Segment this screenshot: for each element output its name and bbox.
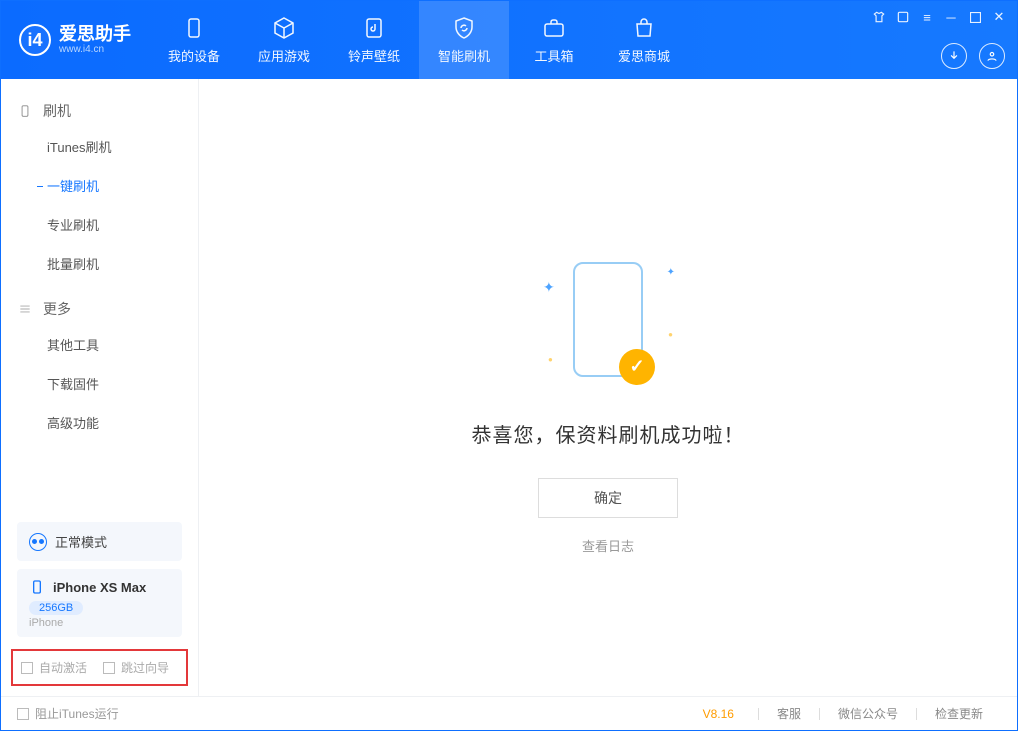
device-storage-badge: 256GB [29,601,83,615]
footer-link-wechat[interactable]: 微信公众号 [820,705,916,722]
checkbox-skip-guide[interactable]: 跳过向导 [103,659,169,676]
sidebar-section-flash: 刷机 iTunes刷机 一键刷机 专业刷机 批量刷机 [1,95,198,283]
view-log-link[interactable]: 查看日志 [582,536,634,555]
sidebar-section-more: 更多 其他工具 下载固件 高级功能 [1,293,198,442]
shirt-icon[interactable] [871,9,887,25]
close-button[interactable]: ✕ [991,9,1007,25]
nav-smart-flash[interactable]: 智能刷机 [419,1,509,79]
device-mode-box[interactable]: 正常模式 [17,522,182,561]
shopping-bag-icon [632,16,656,40]
version-label: V8.16 [703,707,734,721]
nav-my-device[interactable]: 我的设备 [149,1,239,79]
sidebar-section-header: 刷机 [1,95,198,127]
checkbox-block-itunes[interactable]: 阻止iTunes运行 [17,705,119,722]
nav-label: 爱思商城 [618,46,670,65]
menu-icon[interactable]: ≡ [919,9,935,25]
checkmark-badge-icon: ✓ [619,349,655,385]
sparkle-icon: ● [668,330,673,339]
footer-link-check-update[interactable]: 检查更新 [917,705,1001,722]
sidebar-item-other-tools[interactable]: 其他工具 [1,325,198,364]
sparkle-icon: ✦ [543,279,555,296]
music-file-icon [362,16,386,40]
footer-link-support[interactable]: 客服 [759,705,819,722]
maximize-button[interactable] [967,9,983,25]
user-button[interactable] [979,43,1005,69]
briefcase-icon [542,16,566,40]
success-message: 恭喜您，保资料刷机成功啦！ [472,419,745,448]
checkbox-box-icon [103,662,115,674]
nav-toolbox[interactable]: 工具箱 [509,1,599,79]
phone-icon [182,16,206,40]
sidebar-item-oneclick-flash[interactable]: 一键刷机 [1,166,198,205]
checkbox-label: 自动激活 [39,659,87,676]
body: 刷机 iTunes刷机 一键刷机 专业刷机 批量刷机 更多 其他工具 下载固件 … [1,79,1017,696]
app-name: 爱思助手 [59,25,131,43]
menu-lines-icon [17,301,33,317]
footer: 阻止iTunes运行 V8.16 客服 微信公众号 检查更新 [1,696,1017,730]
device-type: iPhone [29,617,170,629]
success-illustration: ✦ ✦ ● ● ✓ [523,249,693,389]
nav-label: 智能刷机 [438,46,490,65]
logo: i4 爱思助手 www.i4.cn [1,1,149,79]
feedback-icon[interactable] [895,9,911,25]
app-domain: www.i4.cn [59,43,131,56]
highlighted-options-box: 自动激活 跳过向导 [11,649,188,686]
phone-outline-icon [17,103,33,119]
nav-label: 工具箱 [534,46,573,65]
sidebar-item-download-firmware[interactable]: 下载固件 [1,364,198,403]
nav-ringtones-wallpapers[interactable]: 铃声壁纸 [329,1,419,79]
sidebar-item-batch-flash[interactable]: 批量刷机 [1,244,198,283]
header-quick-actions [941,43,1005,69]
top-nav: 我的设备 应用游戏 铃声壁纸 智能刷机 工具箱 爱思商城 [149,1,689,79]
checkbox-box-icon [21,662,33,674]
cube-icon [272,16,296,40]
sidebar-item-advanced[interactable]: 高级功能 [1,403,198,442]
sidebar-section-title: 刷机 [43,101,71,121]
checkbox-label: 阻止iTunes运行 [35,705,119,722]
sidebar: 刷机 iTunes刷机 一键刷机 专业刷机 批量刷机 更多 其他工具 下载固件 … [1,79,199,696]
sidebar-item-pro-flash[interactable]: 专业刷机 [1,205,198,244]
sidebar-section-title: 更多 [43,299,71,319]
nav-label: 我的设备 [168,46,220,65]
sidebar-item-itunes-flash[interactable]: iTunes刷机 [1,127,198,166]
nav-apps-games[interactable]: 应用游戏 [239,1,329,79]
shield-refresh-icon [452,16,476,40]
nav-store[interactable]: 爱思商城 [599,1,689,79]
checkbox-label: 跳过向导 [121,659,169,676]
app-window: i4 爱思助手 www.i4.cn 我的设备 应用游戏 铃声壁纸 智能刷机 [0,0,1018,731]
minimize-button[interactable]: ─ [943,9,959,25]
checkbox-auto-activate[interactable]: 自动激活 [21,659,87,676]
device-info-box[interactable]: iPhone XS Max 256GB iPhone [17,569,182,637]
download-button[interactable] [941,43,967,69]
device-mode-label: 正常模式 [55,532,107,551]
window-controls: ≡ ─ ✕ [871,9,1007,25]
mode-normal-icon [29,533,47,551]
device-name: iPhone XS Max [53,580,146,595]
sparkle-icon: ✦ [667,267,675,278]
sparkle-icon: ● [548,355,553,364]
nav-label: 应用游戏 [258,46,310,65]
logo-icon: i4 [19,24,51,56]
main-content: ✦ ✦ ● ● ✓ 恭喜您，保资料刷机成功啦！ 确定 查看日志 [199,79,1017,696]
sidebar-bottom: 正常模式 iPhone XS Max 256GB iPhone 自动激活 [1,514,198,696]
confirm-button[interactable]: 确定 [538,478,678,518]
header: i4 爱思助手 www.i4.cn 我的设备 应用游戏 铃声壁纸 智能刷机 [1,1,1017,79]
footer-links: 客服 微信公众号 检查更新 [758,705,1001,722]
phone-shape-icon: ✓ [573,262,643,377]
nav-label: 铃声壁纸 [348,46,400,65]
phone-small-icon [29,579,45,595]
checkbox-box-icon [17,708,29,720]
sidebar-section-header: 更多 [1,293,198,325]
